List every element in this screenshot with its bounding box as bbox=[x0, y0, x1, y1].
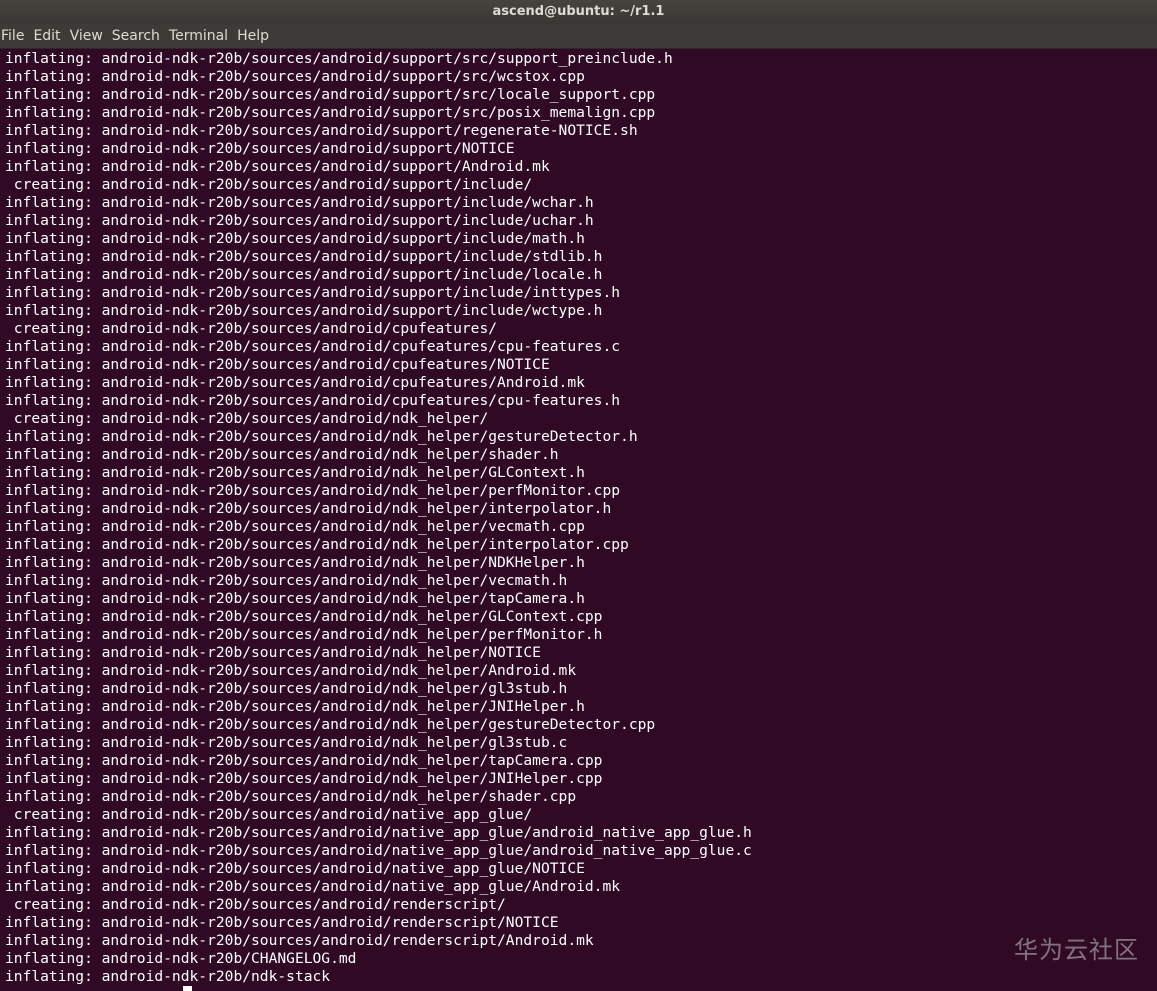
terminal-line: inflating: android-ndk-r20b/sources/andr… bbox=[5, 752, 603, 769]
terminal-line: inflating: android-ndk-r20b/sources/andr… bbox=[5, 716, 656, 733]
terminal-line: inflating: android-ndk-r20b/sources/andr… bbox=[5, 788, 577, 805]
terminal-lines: inflating: android-ndk-r20b/sources/andr… bbox=[5, 50, 752, 991]
terminal-line: inflating: android-ndk-r20b/sources/andr… bbox=[5, 572, 568, 589]
terminal-line: inflating: android-ndk-r20b/sources/andr… bbox=[5, 158, 550, 175]
terminal-line: inflating: android-ndk-r20b/sources/andr… bbox=[5, 644, 541, 661]
terminal-line: inflating: android-ndk-r20b/sources/andr… bbox=[5, 536, 629, 553]
terminal-line: inflating: android-ndk-r20b/sources/andr… bbox=[5, 608, 603, 625]
terminal-line: inflating: android-ndk-r20b/sources/andr… bbox=[5, 590, 585, 607]
terminal-line: creating: android-ndk-r20b/sources/andro… bbox=[5, 176, 533, 193]
terminal-line: inflating: android-ndk-r20b/sources/andr… bbox=[5, 302, 603, 319]
terminal-line: inflating: android-ndk-r20b/sources/andr… bbox=[5, 392, 621, 409]
terminal-line: inflating: android-ndk-r20b/CHANGELOG.md bbox=[5, 950, 357, 967]
terminal-line: inflating: android-ndk-r20b/ndk-stack bbox=[5, 968, 331, 985]
menu-file[interactable]: File bbox=[0, 24, 30, 48]
terminal-line: inflating: android-ndk-r20b/sources/andr… bbox=[5, 932, 594, 949]
terminal-line: inflating: android-ndk-r20b/sources/andr… bbox=[5, 680, 568, 697]
terminal-line: inflating: android-ndk-r20b/sources/andr… bbox=[5, 698, 585, 715]
terminal-output-area[interactable]: inflating: android-ndk-r20b/sources/andr… bbox=[0, 49, 1157, 991]
shell-prompt[interactable] bbox=[5, 986, 752, 991]
terminal-line: inflating: android-ndk-r20b/sources/andr… bbox=[5, 68, 585, 85]
text-cursor bbox=[183, 986, 192, 991]
terminal-line: creating: android-ndk-r20b/sources/andro… bbox=[5, 896, 506, 913]
terminal-line: inflating: android-ndk-r20b/sources/andr… bbox=[5, 248, 603, 265]
terminal-line: inflating: android-ndk-r20b/sources/andr… bbox=[5, 518, 585, 535]
terminal-line: inflating: android-ndk-r20b/sources/andr… bbox=[5, 104, 656, 121]
terminal-line: inflating: android-ndk-r20b/sources/andr… bbox=[5, 212, 594, 229]
menu-help[interactable]: Help bbox=[235, 24, 275, 48]
terminal-line: inflating: android-ndk-r20b/sources/andr… bbox=[5, 374, 585, 391]
terminal-line: inflating: android-ndk-r20b/sources/andr… bbox=[5, 554, 585, 571]
terminal-line: inflating: android-ndk-r20b/sources/andr… bbox=[5, 500, 612, 517]
terminal-line: inflating: android-ndk-r20b/sources/andr… bbox=[5, 734, 568, 751]
watermark: 华为云社区 bbox=[1014, 936, 1139, 964]
terminal-line: inflating: android-ndk-r20b/sources/andr… bbox=[5, 266, 603, 283]
menu-terminal[interactable]: Terminal bbox=[167, 24, 234, 48]
terminal-line: inflating: android-ndk-r20b/sources/andr… bbox=[5, 284, 621, 301]
menu-search[interactable]: Search bbox=[110, 24, 166, 48]
terminal-line: inflating: android-ndk-r20b/sources/andr… bbox=[5, 482, 621, 499]
terminal-line: inflating: android-ndk-r20b/sources/andr… bbox=[5, 662, 577, 679]
terminal-line: creating: android-ndk-r20b/sources/andro… bbox=[5, 410, 489, 427]
terminal-window: ascend@ubuntu: ~/r1.1 File Edit View Sea… bbox=[0, 0, 1157, 991]
terminal-line: inflating: android-ndk-r20b/sources/andr… bbox=[5, 230, 585, 247]
terminal-line: inflating: android-ndk-r20b/sources/andr… bbox=[5, 446, 559, 463]
menu-bar: File Edit View Search Terminal Help bbox=[0, 24, 1157, 49]
terminal-line: inflating: android-ndk-r20b/sources/andr… bbox=[5, 770, 603, 787]
terminal-line: creating: android-ndk-r20b/sources/andro… bbox=[5, 320, 498, 337]
terminal-line: inflating: android-ndk-r20b/sources/andr… bbox=[5, 860, 585, 877]
terminal-line: inflating: android-ndk-r20b/sources/andr… bbox=[5, 824, 752, 841]
terminal-line: inflating: android-ndk-r20b/sources/andr… bbox=[5, 464, 585, 481]
terminal-line: inflating: android-ndk-r20b/sources/andr… bbox=[5, 356, 550, 373]
terminal-line: inflating: android-ndk-r20b/sources/andr… bbox=[5, 842, 752, 859]
menu-edit[interactable]: Edit bbox=[31, 24, 66, 48]
terminal-line: inflating: android-ndk-r20b/sources/andr… bbox=[5, 914, 559, 931]
terminal-line: inflating: android-ndk-r20b/sources/andr… bbox=[5, 626, 603, 643]
terminal-line: inflating: android-ndk-r20b/sources/andr… bbox=[5, 194, 594, 211]
terminal-line: inflating: android-ndk-r20b/sources/andr… bbox=[5, 428, 638, 445]
terminal-line: inflating: android-ndk-r20b/sources/andr… bbox=[5, 86, 656, 103]
terminal-line: inflating: android-ndk-r20b/sources/andr… bbox=[5, 50, 673, 67]
terminal-line: inflating: android-ndk-r20b/sources/andr… bbox=[5, 338, 621, 355]
terminal-line: creating: android-ndk-r20b/sources/andro… bbox=[5, 806, 533, 823]
menu-view[interactable]: View bbox=[68, 24, 109, 48]
terminal-line: inflating: android-ndk-r20b/sources/andr… bbox=[5, 122, 638, 139]
window-title: ascend@ubuntu: ~/r1.1 bbox=[492, 4, 665, 19]
title-bar[interactable]: ascend@ubuntu: ~/r1.1 bbox=[0, 0, 1157, 24]
terminal-line: inflating: android-ndk-r20b/sources/andr… bbox=[5, 140, 515, 157]
terminal-line: inflating: android-ndk-r20b/sources/andr… bbox=[5, 878, 621, 895]
